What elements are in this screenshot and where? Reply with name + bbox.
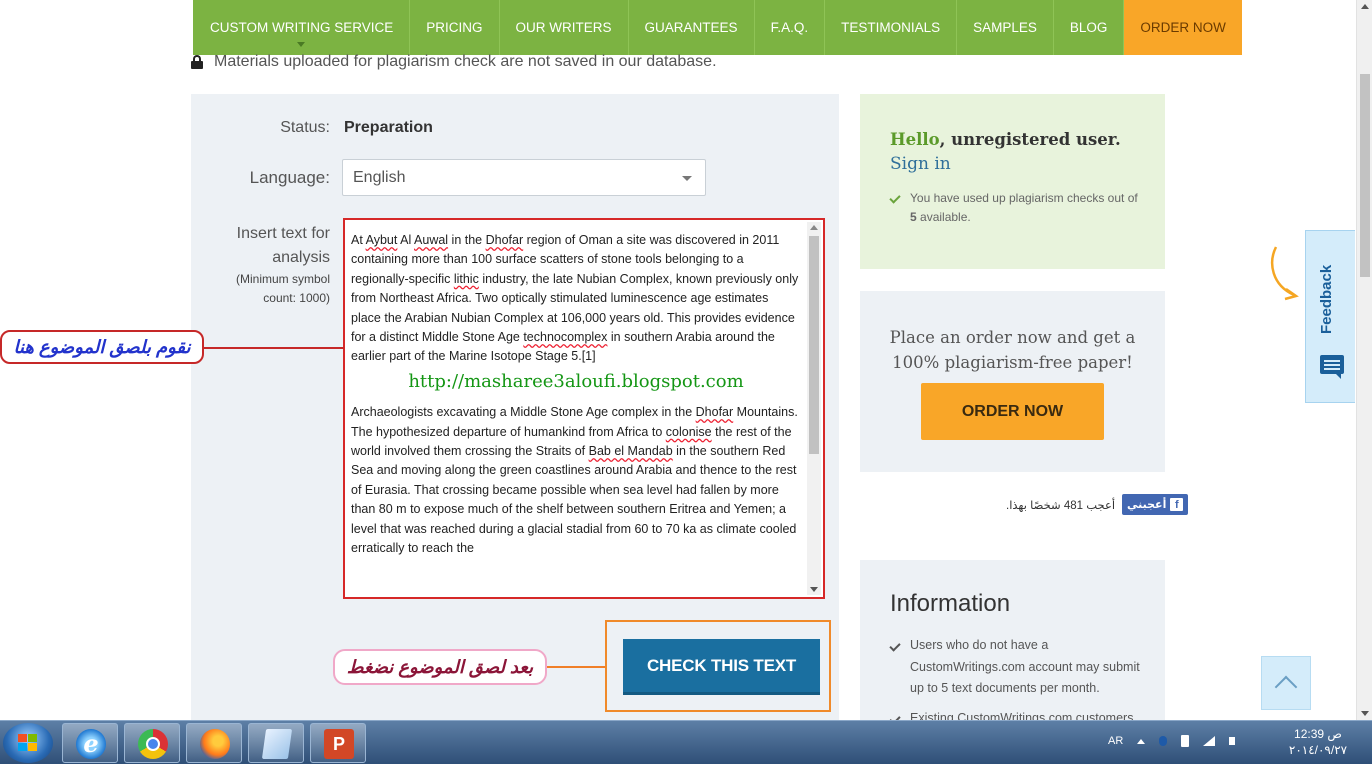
nav-item-label: F.A.Q. xyxy=(770,20,809,35)
nav-bar: CUSTOM WRITING SERVICE PRICING OUR WRITE… xyxy=(193,0,1242,55)
facebook-icon: f xyxy=(1170,498,1184,511)
signal-icon[interactable] xyxy=(1203,736,1216,746)
scroll-up-arrow-icon[interactable] xyxy=(1361,4,1369,9)
nav-order-label: ORDER NOW xyxy=(1140,20,1226,35)
information-item: Existing CustomWritings.com customers xyxy=(910,711,1134,720)
text-paragraph: The hypothesized departure of humankind … xyxy=(351,424,797,556)
information-box: Information Users who do not have a Cust… xyxy=(860,560,1165,720)
taskbar-firefox[interactable] xyxy=(186,723,242,763)
user-greeting-box: Hello, unregistered user. Sign in You ha… xyxy=(860,94,1165,269)
feedback-tab[interactable]: Feedback xyxy=(1305,230,1355,403)
checkmark-icon xyxy=(889,192,901,204)
scroll-down-arrow-icon[interactable] xyxy=(1361,711,1369,716)
language-label: Language: xyxy=(249,168,330,187)
check-this-text-button[interactable]: CHECK THIS TEXT xyxy=(623,639,820,695)
scroll-down-arrow-icon[interactable] xyxy=(810,587,818,592)
nav-item-faq[interactable]: F.A.Q. xyxy=(755,0,826,55)
information-title: Information xyxy=(890,590,1011,617)
checkmark-icon xyxy=(889,640,901,652)
internet-explorer-icon: e xyxy=(76,729,106,759)
facebook-like-widget: f أعجبني أعجب 481 شخصًا بهذا. xyxy=(1006,494,1189,515)
order-promo-box: Place an order now and get a 100% plagiar… xyxy=(860,291,1165,472)
minimum-symbol-label: (Minimum symbol count: 1000) xyxy=(235,272,330,305)
taskbar-clock[interactable]: 12:39 ص ٢٠١٤/٠٩/٢٧ xyxy=(1283,726,1353,758)
nav-item-label: CUSTOM WRITING SERVICE xyxy=(210,20,394,35)
top-navigation: CUSTOM WRITING SERVICE PRICING OUR WRITE… xyxy=(0,0,1356,55)
chrome-icon xyxy=(138,729,168,759)
nav-item-label: BLOG xyxy=(1069,20,1108,35)
scroll-to-top-button[interactable] xyxy=(1261,656,1311,710)
nav-item-label: OUR WRITERS xyxy=(515,20,612,35)
checkmark-icon xyxy=(889,713,901,720)
scroll-thumb[interactable] xyxy=(809,236,819,454)
facebook-like-count: أعجب 481 شخصًا بهذا. xyxy=(1006,499,1116,512)
order-now-button[interactable]: ORDER NOW xyxy=(921,383,1104,440)
clock-date: ٢٠١٤/٠٩/٢٧ xyxy=(1288,743,1348,757)
volume-icon[interactable] xyxy=(1229,737,1236,745)
checks-remaining-note: You have used up plagiarism checks out o… xyxy=(910,191,1138,224)
text-paragraph: At Aybut Al Auwal in the Dhofar region o… xyxy=(351,233,799,364)
feedback-label: Feedback xyxy=(1318,264,1335,334)
textarea-scrollbar[interactable] xyxy=(807,222,821,595)
information-item: Users who do not have a CustomWritings.c… xyxy=(910,638,1140,695)
text-paragraph: Archaeologists excavating a Middle Stone… xyxy=(351,405,798,420)
windows-taskbar: e P AR 12:39 ص ٢٠١٤/٠٩/٢٧ xyxy=(0,720,1372,764)
firefox-icon xyxy=(200,729,230,759)
nav-item-pricing[interactable]: PRICING xyxy=(410,0,500,55)
status-value: Preparation xyxy=(344,119,433,136)
windows-logo-icon xyxy=(18,734,38,752)
tray-expand-icon[interactable] xyxy=(1137,738,1146,744)
facebook-like-button[interactable]: f أعجبني xyxy=(1122,494,1189,515)
order-promo-text: Place an order now and get a 100% plagiar… xyxy=(889,328,1136,372)
nav-item-blog[interactable]: BLOG xyxy=(1054,0,1125,55)
annotation-after-paste: بعد لصق الموضوع نضغط xyxy=(333,649,547,685)
notepad-icon xyxy=(261,729,293,759)
annotation-connector-line xyxy=(204,347,344,349)
annotation-paste-here: نقوم بلصق الموضوع هنا xyxy=(0,330,204,364)
language-selected-value: English xyxy=(353,168,406,186)
nav-item-custom-writing-service[interactable]: CUSTOM WRITING SERVICE xyxy=(193,0,411,55)
chevron-down-icon xyxy=(297,42,306,47)
blog-watermark: http://masharee3aloufi.blogspot.com xyxy=(408,370,744,392)
privacy-notice-text: Materials uploaded for plagiarism check … xyxy=(214,53,717,70)
analysis-text-input[interactable]: At Aybut Al Auwal in the Dhofar region o… xyxy=(343,218,825,599)
sign-in-link[interactable]: Sign in xyxy=(890,154,951,174)
annotation-connector-line xyxy=(547,666,605,668)
taskbar-chrome[interactable] xyxy=(124,723,180,763)
taskbar-internet-explorer[interactable]: e xyxy=(62,723,118,763)
nav-item-label: TESTIMONIALS xyxy=(841,20,941,35)
nav-order-now-button[interactable]: ORDER NOW xyxy=(1124,0,1242,55)
nav-item-label: PRICING xyxy=(426,20,483,35)
analysis-text-content[interactable]: At Aybut Al Auwal in the Dhofar region o… xyxy=(351,231,801,587)
bluetooth-icon[interactable] xyxy=(1159,736,1168,746)
nav-item-guarantees[interactable]: GUARANTEES xyxy=(629,0,755,55)
scroll-up-arrow-icon[interactable] xyxy=(810,225,818,230)
start-button[interactable] xyxy=(3,723,53,763)
page-scroll-thumb[interactable] xyxy=(1360,74,1370,277)
chat-icon xyxy=(1320,355,1344,379)
insert-text-label: Insert text for analysis xyxy=(236,225,330,266)
status-label: Status: xyxy=(280,119,330,136)
privacy-notice: Materials uploaded for plagiarism check … xyxy=(191,53,717,71)
curved-arrow-icon xyxy=(1270,246,1299,301)
page-scrollbar[interactable] xyxy=(1356,0,1372,720)
language-select[interactable]: English xyxy=(342,159,706,196)
chevron-down-icon xyxy=(682,176,692,181)
nav-item-label: GUARANTEES xyxy=(644,20,738,35)
battery-icon[interactable] xyxy=(1181,735,1190,747)
lock-icon xyxy=(191,55,203,69)
nav-item-testimonials[interactable]: TESTIMONIALS xyxy=(825,0,958,55)
nav-item-samples[interactable]: SAMPLES xyxy=(957,0,1054,55)
clock-time: 12:39 ص xyxy=(1294,727,1342,741)
powerpoint-icon: P xyxy=(324,729,354,759)
system-tray: AR xyxy=(1108,735,1236,747)
greeting: Hello, unregistered user. xyxy=(890,130,1121,149)
taskbar-notepad[interactable] xyxy=(248,723,304,763)
nav-item-our-writers[interactable]: OUR WRITERS xyxy=(500,0,629,55)
nav-item-label: SAMPLES xyxy=(973,20,1037,35)
taskbar-powerpoint[interactable]: P xyxy=(310,723,366,763)
input-language-indicator[interactable]: AR xyxy=(1108,735,1123,747)
chevron-up-icon xyxy=(1274,675,1298,699)
